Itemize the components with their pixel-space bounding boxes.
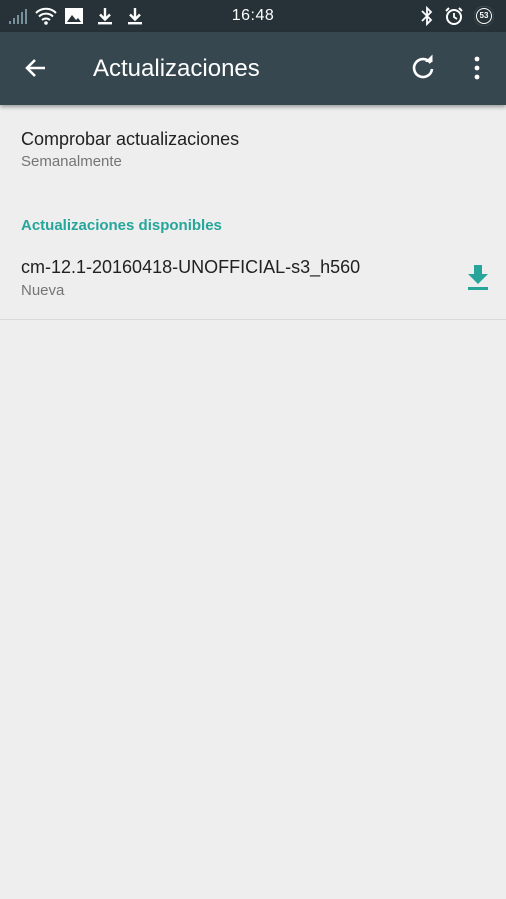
back-button[interactable] <box>18 50 54 86</box>
check-updates-title: Comprobar actualizaciones <box>21 129 240 149</box>
available-updates-header: Actualizaciones disponibles <box>21 217 222 234</box>
page-title: Actualizaciones <box>93 55 260 82</box>
battery-level: 53 <box>477 9 491 23</box>
alarm-icon <box>445 7 463 25</box>
arrow-back-icon <box>25 59 45 77</box>
battery-icon: 53 <box>474 6 494 26</box>
check-updates-preference[interactable]: Comprobar actualizaciones Semanalmente <box>0 105 506 205</box>
divider <box>0 319 506 320</box>
refresh-icon <box>412 54 434 79</box>
download-icon <box>468 265 488 290</box>
more-options-button[interactable] <box>459 50 495 86</box>
check-updates-summary: Semanalmente <box>21 153 122 170</box>
update-status: Nueva <box>21 282 65 299</box>
bluetooth-icon <box>421 6 433 26</box>
refresh-button[interactable] <box>405 50 441 86</box>
update-name: cm-12.1-20160418-UNOFFICIAL-s3_h560 <box>21 257 361 277</box>
app-bar: Actualizaciones <box>0 32 506 105</box>
update-item[interactable]: cm-12.1-20160418-UNOFFICIAL-s3_h560 Nuev… <box>0 245 506 319</box>
status-bar: 16:48 53 <box>0 0 506 32</box>
download-update-button[interactable] <box>465 263 491 293</box>
more-vert-icon <box>474 56 480 80</box>
